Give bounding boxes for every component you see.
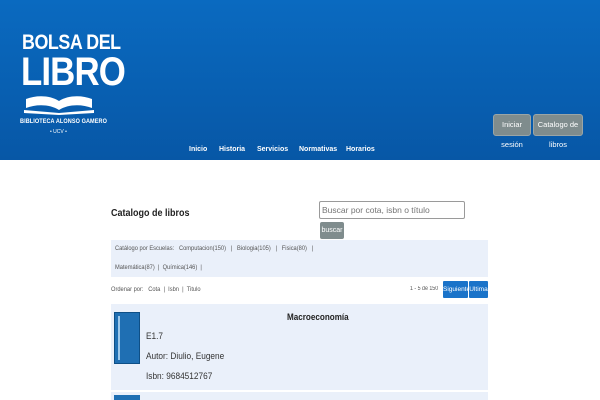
page-title: Catalogo de libros <box>111 208 190 219</box>
site-header: BOLSA DEL LIBRO BIBLIOTECA ALONSO GAMERO… <box>0 0 600 160</box>
filter-matematica[interactable]: Matemática(87) <box>115 264 155 271</box>
search-input[interactable] <box>319 201 465 219</box>
filter-fisica[interactable]: Fisica(80) <box>282 245 307 252</box>
sort-cota-link[interactable]: Cota <box>148 286 160 293</box>
book-isbn: Isbn: 9684512767 <box>146 371 213 381</box>
book-title[interactable]: Macroeconomía <box>287 312 349 322</box>
filter-line-2: Matemática(87) | Química(146) | <box>115 264 202 271</box>
open-book-icon <box>24 96 94 115</box>
book-cover-icon[interactable] <box>114 312 140 364</box>
sort-options: Ordenar por: Cota | Isbn | Titulo <box>111 286 201 293</box>
last-page-button[interactable]: Ultima <box>469 281 488 298</box>
school-filter-panel: Catálogo por Escuelas: Computacion(150) … <box>111 240 488 277</box>
logo-subtitle: BIBLIOTECA ALONSO GAMERO <box>20 118 107 125</box>
sort-titulo-link[interactable]: Titulo <box>187 286 201 293</box>
sort-label: Ordenar por: <box>111 286 144 293</box>
filter-prefix: Catálogo por Escuelas: <box>115 245 175 252</box>
nav-item-horarios[interactable]: Horarios <box>346 146 375 153</box>
filter-quimica[interactable]: Química(146) <box>163 264 198 271</box>
logo-institution: • UCV • <box>50 129 67 135</box>
search-button[interactable]: buscar <box>320 222 344 239</box>
next-page-button[interactable]: Siguiente <box>443 281 470 298</box>
book-cota: E1.7 <box>146 331 164 341</box>
nav-item-servicios[interactable]: Servicios <box>257 146 288 153</box>
filter-line-1: Catálogo por Escuelas: Computacion(150) … <box>115 245 314 252</box>
filter-biologia[interactable]: Biologia(105) <box>237 245 271 252</box>
page-root: BOLSA DEL LIBRO BIBLIOTECA ALONSO GAMERO… <box>0 0 600 400</box>
book-result-card[interactable]: Macroeconomía E1.7 Autor: Diulio, Eugene… <box>111 304 488 390</box>
sort-isbn-link[interactable]: Isbn <box>168 286 179 293</box>
login-button[interactable]: Iniciar sesión <box>493 114 531 149</box>
bolsa-del-libro-logo[interactable]: BOLSA DEL LIBRO BIBLIOTECA ALONSO GAMERO… <box>20 28 126 140</box>
book-cover-icon[interactable] <box>114 395 140 400</box>
results-range: 1 - 5 de 150 <box>410 286 439 292</box>
logo-text-main: LIBRO <box>21 50 126 94</box>
nav-item-inicio[interactable]: Inicio <box>189 146 207 153</box>
main-nav: Inicio Historia Servicios Normativas Hor… <box>0 140 600 160</box>
nav-item-historia[interactable]: Historia <box>219 146 245 153</box>
filter-computacion[interactable]: Computacion(150) <box>179 245 226 252</box>
book-author: Autor: Diulio, Eugene <box>146 351 225 361</box>
catalog-button[interactable]: Catalogo de libros <box>533 114 583 149</box>
nav-item-normativas[interactable]: Normativas <box>299 146 337 153</box>
book-result-card-partial[interactable] <box>111 392 488 400</box>
